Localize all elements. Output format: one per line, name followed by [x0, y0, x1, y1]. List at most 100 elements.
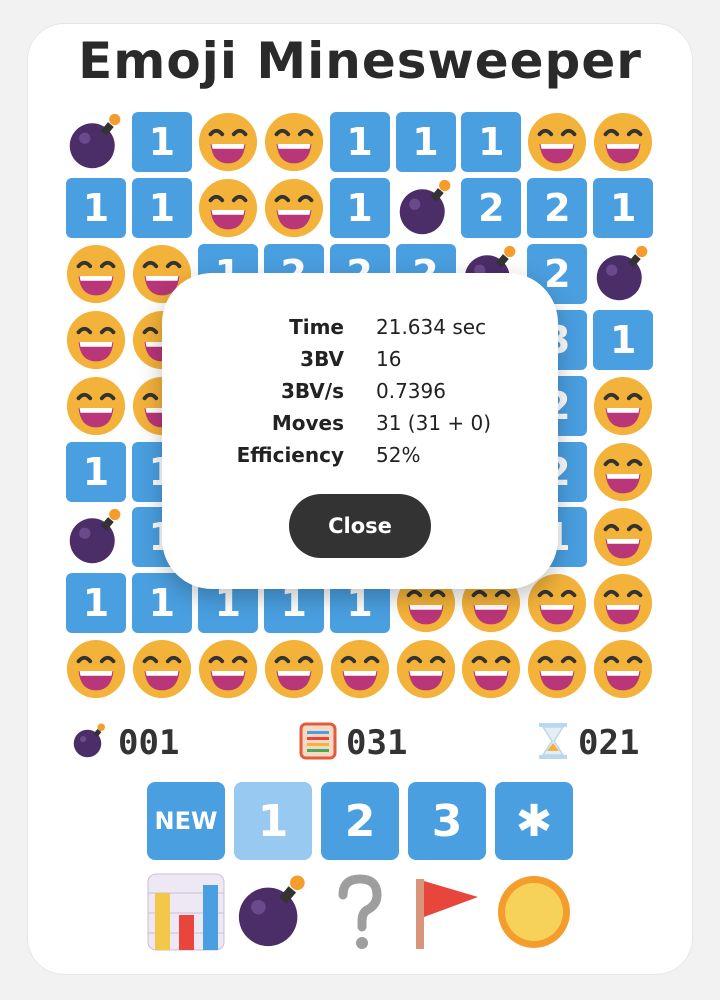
number-cell[interactable]: 1 — [328, 110, 392, 174]
stat-value: 16 — [376, 347, 402, 371]
stat-label: 3BV/s — [280, 379, 344, 403]
smiley-icon — [131, 638, 193, 700]
smiley-cell[interactable] — [196, 110, 260, 174]
number-cell[interactable]: 1 — [591, 308, 655, 372]
smiley-icon — [197, 177, 259, 239]
bomb-icon — [70, 721, 110, 765]
number-cell[interactable]: 2 — [525, 176, 589, 240]
smiley-icon — [592, 638, 654, 700]
stat-label: Time — [289, 315, 344, 339]
stats-table: Time 21.634 sec 3BV 16 3BV/s 0.7396 Move… — [162, 311, 558, 471]
cell-number: 1 — [131, 112, 192, 172]
smiley-icon — [65, 243, 127, 305]
smiley-cell[interactable] — [525, 110, 589, 174]
number-cell[interactable]: 1 — [64, 571, 128, 635]
smiley-cell[interactable] — [130, 637, 194, 701]
number-cell[interactable]: 1 — [64, 176, 128, 240]
smiley-cell[interactable] — [262, 110, 326, 174]
cell-number: 1 — [461, 112, 522, 172]
flag-mode-button[interactable] — [408, 872, 486, 956]
number-cell[interactable]: 1 — [591, 176, 655, 240]
smiley-icon — [460, 638, 522, 700]
smiley-icon — [526, 111, 588, 173]
cell-number: 1 — [395, 112, 456, 172]
stat-3bvs: 3BV/s 0.7396 — [162, 375, 558, 407]
close-button[interactable]: Close — [289, 494, 431, 558]
smiley-cell[interactable] — [591, 637, 655, 701]
stat-value: 21.634 sec — [376, 315, 487, 339]
question-mode-button[interactable] — [321, 872, 399, 956]
custom-level-button[interactable]: ✱ — [495, 782, 573, 860]
cell-number: 1 — [593, 309, 654, 370]
smiley-icon — [592, 572, 654, 634]
stat-value: 31 (31 + 0) — [376, 411, 492, 435]
smiley-cell[interactable] — [394, 637, 458, 701]
smiley-cell[interactable] — [328, 637, 392, 701]
red-flag-icon — [412, 873, 482, 955]
smiley-cell[interactable] — [591, 505, 655, 569]
smiley-cell[interactable] — [591, 110, 655, 174]
smiley-icon — [329, 638, 391, 700]
smiley-cell[interactable] — [64, 242, 128, 306]
abacus-icon — [298, 721, 338, 765]
hourglass-icon — [536, 721, 570, 765]
smiley-cell[interactable] — [262, 637, 326, 701]
mines-counter: 001 — [70, 718, 179, 768]
number-cell[interactable]: 1 — [64, 440, 128, 504]
stat-label: Moves — [271, 411, 344, 435]
smiley-icon — [65, 375, 127, 437]
smiley-cell[interactable] — [525, 637, 589, 701]
smiley-cell[interactable] — [196, 637, 260, 701]
mine-mode-button[interactable] — [234, 872, 312, 956]
cell-number: 1 — [66, 177, 126, 238]
cell-number: 1 — [131, 177, 192, 238]
cell-number: 1 — [329, 177, 390, 238]
mine-cell[interactable] — [64, 505, 128, 569]
number-cell[interactable]: 1 — [459, 110, 523, 174]
sun-icon — [495, 873, 573, 955]
smiley-cell[interactable] — [591, 571, 655, 635]
number-cell[interactable]: 1 — [130, 176, 194, 240]
moves-count: 031 — [346, 723, 408, 763]
smiley-icon — [263, 111, 325, 173]
smiley-cell[interactable] — [196, 176, 260, 240]
number-cell[interactable]: 1 — [394, 110, 458, 174]
stat-moves: Moves 31 (31 + 0) — [162, 407, 558, 439]
status-bar: 001 031 021 — [64, 718, 657, 768]
smiley-cell[interactable] — [262, 176, 326, 240]
smiley-cell[interactable] — [64, 374, 128, 438]
stats-button[interactable] — [147, 872, 225, 956]
level-3-button[interactable]: 3 — [408, 782, 486, 860]
bomb-icon — [396, 178, 456, 238]
smiley-cell[interactable] — [64, 308, 128, 372]
mine-cell[interactable] — [394, 176, 458, 240]
number-cell[interactable]: 2 — [459, 176, 523, 240]
mine-cell[interactable] — [64, 110, 128, 174]
question-mark-icon — [335, 873, 385, 955]
cell-number: 1 — [593, 177, 654, 238]
bomb-icon — [66, 507, 126, 567]
smiley-cell[interactable] — [591, 374, 655, 438]
cell-number: 1 — [329, 112, 390, 172]
number-cell[interactable]: 1 — [328, 176, 392, 240]
stat-label: 3BV — [300, 347, 344, 371]
level-2-button[interactable]: 2 — [321, 782, 399, 860]
time-count: 021 — [578, 723, 640, 763]
theme-button[interactable] — [495, 872, 573, 956]
level-1-button[interactable]: 1 — [234, 782, 312, 860]
smiley-cell[interactable] — [64, 637, 128, 701]
smiley-cell[interactable] — [591, 440, 655, 504]
smiley-cell[interactable] — [459, 637, 523, 701]
smiley-icon — [65, 638, 127, 700]
bomb-icon — [234, 873, 312, 955]
bomb-icon — [593, 244, 653, 304]
mine-cell[interactable] — [591, 242, 655, 306]
bomb-icon — [66, 112, 126, 172]
stat-time: Time 21.634 sec — [162, 311, 558, 343]
smiley-icon — [592, 111, 654, 173]
smiley-icon — [526, 638, 588, 700]
number-cell[interactable]: 1 — [130, 110, 194, 174]
smiley-icon — [263, 638, 325, 700]
new-game-button[interactable]: NEW — [147, 782, 225, 860]
page-title: Emoji Minesweeper — [78, 32, 642, 90]
